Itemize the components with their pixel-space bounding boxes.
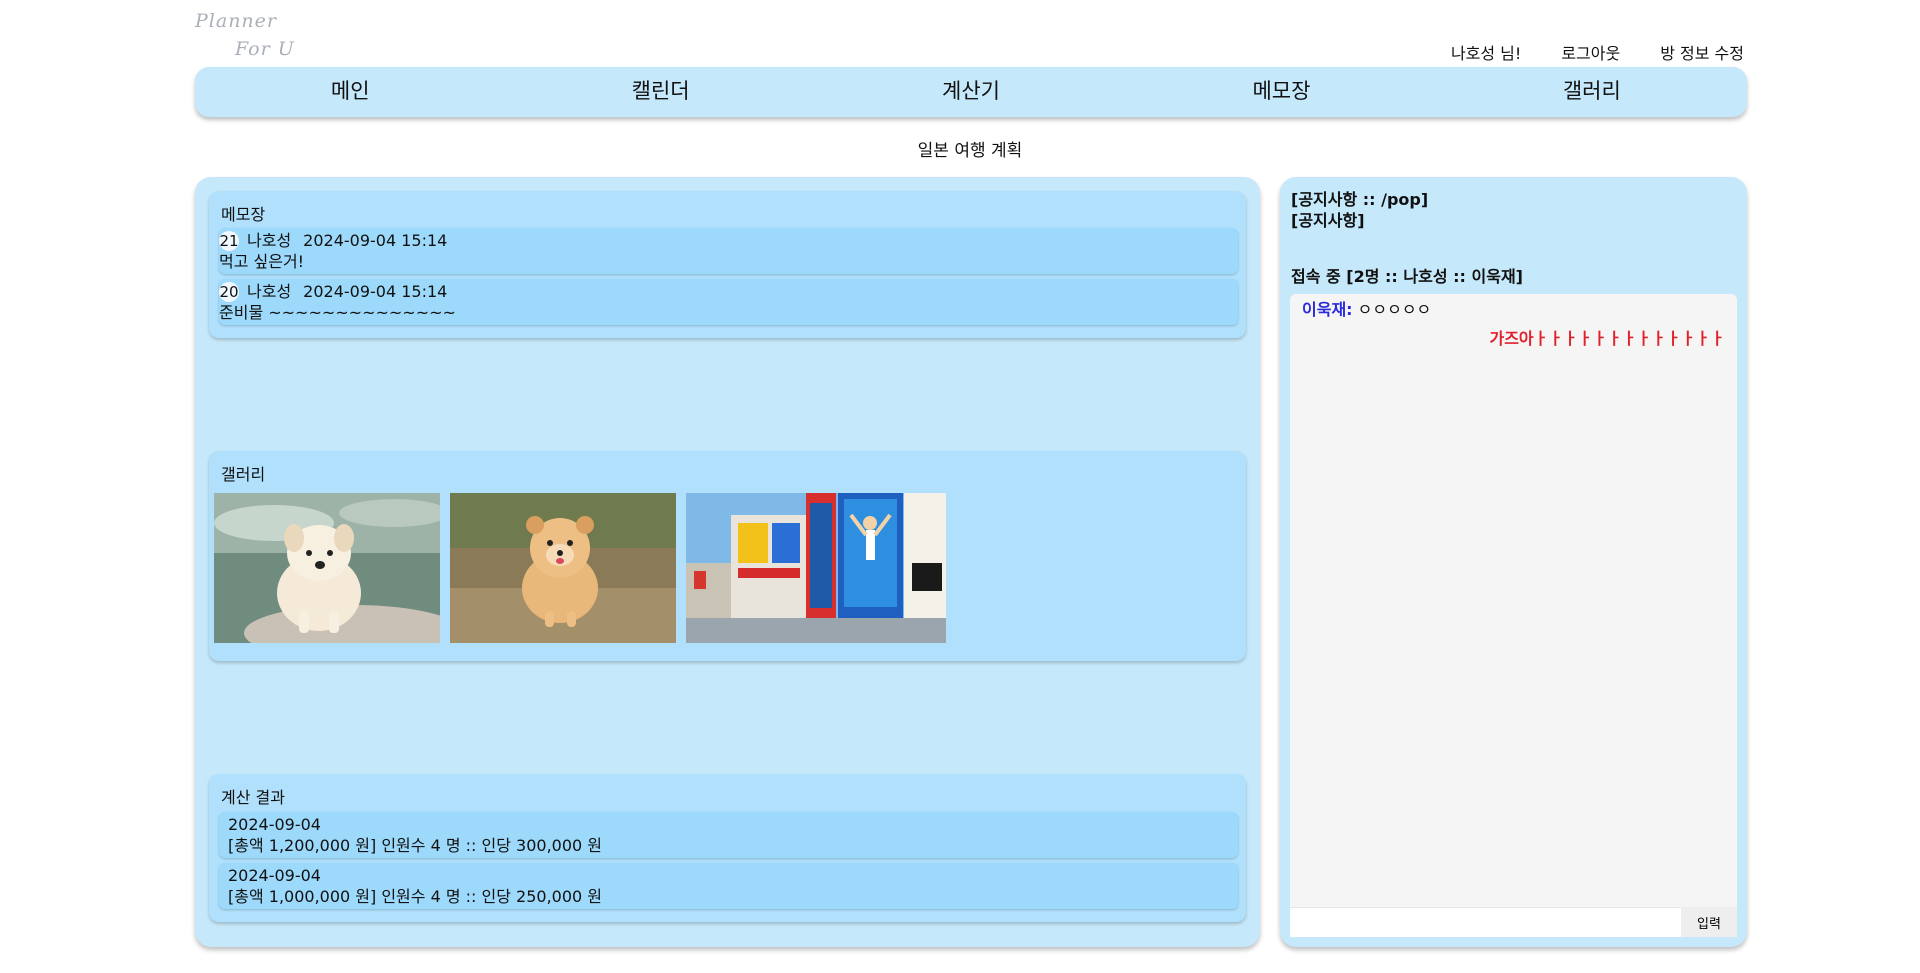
memo-item[interactable]: 20 나호성 2024-09-04 15:14 준비물 ~~~~~~~~~~~~~~ bbox=[219, 279, 1238, 325]
memo-content: 먹고 싶은거! bbox=[219, 252, 305, 271]
memo-datetime: 2024-09-04 15:14 bbox=[303, 231, 448, 250]
memo-item[interactable]: 21 나호성 2024-09-04 15:14 먹고 싶은거! bbox=[219, 228, 1238, 274]
memo-card-title: 메모장 bbox=[221, 205, 266, 224]
chat-input[interactable] bbox=[1290, 907, 1681, 937]
chat-panel: [공지사항 :: /pop] [공지사항] 접속 중 [2명 :: 나호성 ::… bbox=[1280, 177, 1747, 947]
calc-result-card[interactable]: 계산 결과 2024-09-04 [총액 1,200,000 원] 인원수 4 … bbox=[209, 774, 1246, 922]
notice-body: [공지사항] bbox=[1291, 211, 1365, 230]
memo-id-badge: 20 bbox=[219, 282, 239, 302]
chat-message-other: 이욱재: ㅇㅇㅇㅇㅇ bbox=[1302, 296, 1431, 320]
user-menu: 나호성 님! 로그아웃 방 정보 수정 bbox=[1451, 40, 1744, 64]
memo-content: 준비물 ~~~~~~~~~~~~~~ bbox=[219, 303, 456, 322]
notice-title: [공지사항 :: /pop] bbox=[1291, 190, 1429, 209]
chat-sender: 이욱재: bbox=[1302, 300, 1353, 319]
gallery-image-osaka[interactable] bbox=[686, 493, 946, 643]
nav-main[interactable]: 메인 bbox=[195, 67, 505, 117]
gallery-card[interactable]: 갤러리 bbox=[209, 451, 1246, 661]
memo-datetime: 2024-09-04 15:14 bbox=[303, 282, 448, 301]
memo-id-badge: 21 bbox=[219, 231, 239, 251]
chat-message-self: 가즈아ㅏㅏㅏㅏㅏㅏㅏㅏㅏㅏㅏㅏㅏ bbox=[1489, 329, 1725, 348]
calc-summary: [총액 1,000,000 원] 인원수 4 명 :: 인당 250,000 원 bbox=[228, 887, 603, 906]
logo[interactable]: Planner For U bbox=[195, 8, 305, 64]
chat-text: ㅇㅇㅇㅇㅇ bbox=[1357, 300, 1432, 319]
calc-card-title: 계산 결과 bbox=[221, 788, 285, 807]
calc-date: 2024-09-04 bbox=[228, 866, 321, 885]
memo-card[interactable]: 메모장 21 나호성 2024-09-04 15:14 먹고 싶은거! 20 나호성 2… bbox=[209, 191, 1246, 338]
main-nav: 메인 캘린더 계산기 메모장 갤러리 bbox=[195, 67, 1747, 117]
calc-summary: [총액 1,200,000 원] 인원수 4 명 :: 인당 300,000 원 bbox=[228, 836, 603, 855]
gallery-image-pomeranian[interactable] bbox=[450, 493, 676, 643]
user-greeting: 나호성 님! bbox=[1450, 44, 1522, 63]
gallery-card-title: 갤러리 bbox=[221, 465, 266, 484]
nav-calculator[interactable]: 계산기 bbox=[816, 67, 1126, 117]
edit-room-link[interactable]: 방 정보 수정 bbox=[1660, 40, 1744, 64]
calc-date: 2024-09-04 bbox=[228, 815, 321, 834]
logout-link[interactable]: 로그아웃 bbox=[1561, 40, 1620, 64]
calc-result-item[interactable]: 2024-09-04 [총액 1,000,000 원] 인원수 4 명 :: 인… bbox=[219, 863, 1238, 909]
main-panel: 메모장 21 나호성 2024-09-04 15:14 먹고 싶은거! 20 나호성 2… bbox=[195, 177, 1260, 947]
gallery-image-puppy[interactable] bbox=[214, 493, 440, 643]
nav-gallery[interactable]: 갤러리 bbox=[1437, 67, 1747, 117]
online-users: 접속 중 [2명 :: 나호성 :: 이욱재] bbox=[1291, 267, 1523, 286]
room-title: 일본 여행 계획 bbox=[917, 141, 1023, 161]
logo-line-2: For U bbox=[235, 38, 295, 60]
calc-result-item[interactable]: 2024-09-04 [총액 1,200,000 원] 인원수 4 명 :: 인… bbox=[219, 812, 1238, 858]
chat-messages[interactable]: 이욱재: ㅇㅇㅇㅇㅇ 가즈아ㅏㅏㅏㅏㅏㅏㅏㅏㅏㅏㅏㅏㅏ 입력 bbox=[1290, 294, 1737, 937]
logo-line-1: Planner bbox=[195, 10, 277, 32]
chat-send-button[interactable]: 입력 bbox=[1681, 907, 1737, 937]
nav-calendar[interactable]: 캘린더 bbox=[505, 67, 815, 117]
nav-memo[interactable]: 메모장 bbox=[1126, 67, 1436, 117]
memo-author: 나호성 bbox=[247, 282, 292, 301]
memo-author: 나호성 bbox=[247, 231, 292, 250]
notice: [공지사항 :: /pop] [공지사항] bbox=[1291, 189, 1428, 231]
